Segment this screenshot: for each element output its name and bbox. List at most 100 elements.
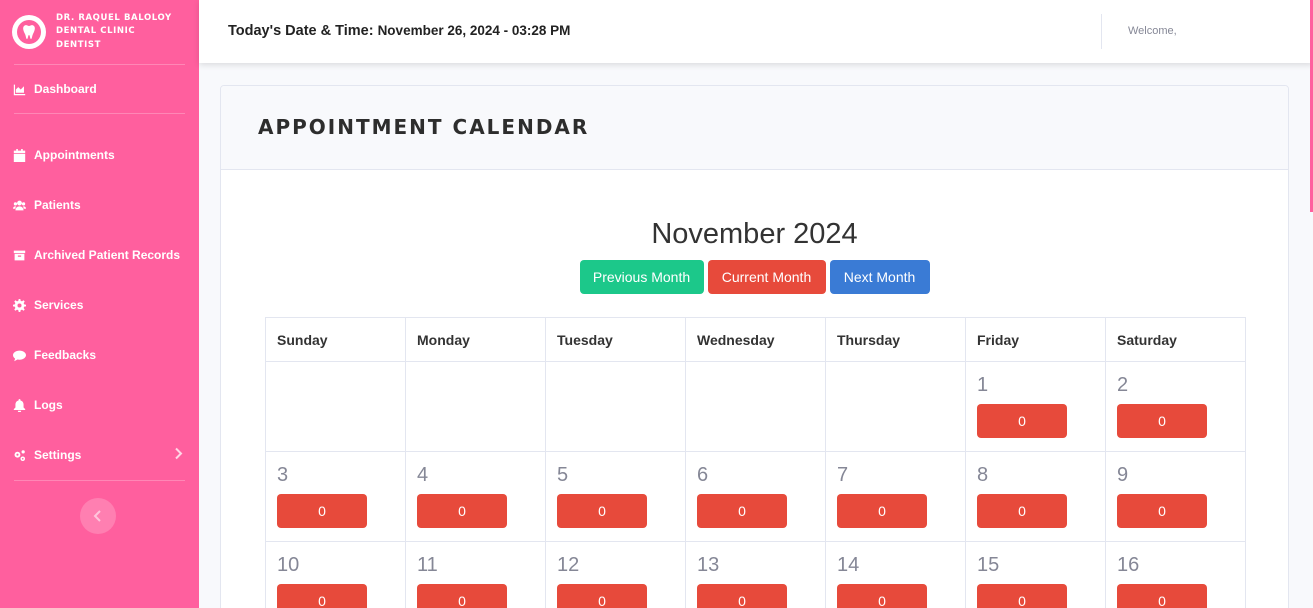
calendar-day-cell: 20 — [1105, 361, 1246, 452]
sidebar-divider — [14, 480, 185, 481]
day-number: 15 — [977, 554, 1000, 576]
gears-icon — [12, 448, 26, 462]
month-nav: Previous Month Current Month Next Month — [221, 260, 1288, 294]
user-welcome-menu[interactable]: Welcome, — [1128, 25, 1177, 37]
sidebar-item-label: Settings — [34, 448, 82, 462]
appointment-count-button[interactable]: 0 — [837, 584, 927, 608]
day-number: 5 — [557, 464, 569, 486]
day-number: 14 — [837, 554, 860, 576]
calendar-day-cell: 10 — [965, 361, 1106, 452]
calendar-day-cell: 16 0 — [1105, 541, 1246, 608]
sidebar-item-label: Appointments — [34, 148, 115, 162]
weekday-header: Monday — [405, 317, 546, 362]
appointment-count-button[interactable]: 0 — [697, 584, 787, 608]
appointment-count-button[interactable]: 0 — [277, 494, 367, 528]
calendar-day-cell: 14 0 — [825, 541, 966, 608]
sidebar-item-label: Logs — [34, 398, 63, 412]
sidebar-item-label: Archived Patient Records — [34, 248, 181, 262]
brand-line-3: DENTIST — [56, 39, 102, 50]
comment-icon — [12, 348, 26, 362]
day-number: 13 — [697, 554, 720, 576]
calendar-week-row: 1020 — [265, 361, 1246, 452]
datetime-label: Today's Date & Time: — [228, 23, 374, 39]
sidebar-toggle-button[interactable] — [80, 498, 116, 534]
sidebar-item-settings[interactable]: Settings — [0, 430, 199, 480]
day-number: 11 — [417, 554, 438, 576]
appointment-count-button[interactable]: 0 — [277, 584, 367, 608]
appointment-count-button[interactable]: 0 — [697, 494, 787, 528]
calendar-day-cell: 90 — [1105, 451, 1246, 542]
previous-month-button[interactable]: Previous Month — [579, 260, 704, 294]
day-number: 4 — [417, 464, 429, 486]
appointment-count-button[interactable]: 0 — [557, 584, 647, 608]
sidebar-item-feedbacks[interactable]: Feedbacks — [0, 330, 199, 380]
day-number: 16 — [1117, 554, 1140, 576]
appointment-count-button[interactable]: 0 — [417, 584, 507, 608]
weekday-header: Wednesday — [685, 317, 826, 362]
appointment-count-button[interactable]: 0 — [1117, 584, 1207, 608]
appointment-count-button[interactable]: 0 — [417, 494, 507, 528]
page-title: APPOINTMENT CALENDAR — [258, 115, 590, 139]
chevron-right-icon — [174, 447, 183, 463]
users-icon — [12, 198, 26, 212]
sidebar-item-archived-records[interactable]: Archived Patient Records — [0, 230, 199, 280]
calendar-day-cell: 30 — [265, 451, 406, 542]
sidebar-brand[interactable]: DR. RAQUEL BALOLOY DENTAL CLINIC DENTIST — [0, 0, 199, 64]
current-month-button[interactable]: Current Month — [707, 260, 826, 294]
appointment-count-button[interactable]: 0 — [977, 494, 1067, 528]
calendar-card: APPOINTMENT CALENDAR November 2024 Previ… — [220, 85, 1289, 608]
weekday-header: Friday — [965, 317, 1106, 362]
calendar-day-cell: 40 — [405, 451, 546, 542]
chevron-left-icon — [93, 510, 101, 522]
day-number: 9 — [1117, 464, 1129, 486]
sidebar-item-logs[interactable]: Logs — [0, 380, 199, 430]
calendar-day-cell: 12 0 — [545, 541, 686, 608]
sidebar-item-label: Feedbacks — [34, 348, 97, 362]
gear-icon — [12, 298, 26, 312]
appointment-count-button[interactable]: 0 — [837, 494, 927, 528]
sidebar-item-label: Dashboard — [34, 82, 97, 96]
appointment-count-button[interactable]: 0 — [1117, 404, 1207, 438]
current-datetime: Today's Date & Time: November 26, 2024 -… — [228, 23, 570, 39]
sidebar-item-dashboard[interactable]: Dashboard — [0, 65, 199, 113]
month-title: November 2024 — [651, 218, 858, 250]
appointment-count-button[interactable]: 0 — [977, 584, 1067, 608]
sidebar-item-label: Services — [34, 298, 84, 312]
appointment-count-button[interactable]: 0 — [977, 404, 1067, 438]
brand-line-1: DR. RAQUEL BALOLOY — [56, 12, 172, 23]
archive-icon — [12, 248, 26, 262]
appointment-count-button[interactable]: 0 — [1117, 494, 1207, 528]
topbar: Today's Date & Time: November 26, 2024 -… — [199, 0, 1313, 63]
appointment-count-button[interactable]: 0 — [557, 494, 647, 528]
calendar-header-row: Sunday Monday Tuesday Wednesday Thursday… — [265, 317, 1246, 362]
weekday-header: Thursday — [825, 317, 966, 362]
calendar-week-row: 30405060708090 — [265, 451, 1246, 542]
weekday-header: Tuesday — [545, 317, 686, 362]
datetime-value: November 26, 2024 - 03:28 PM — [377, 23, 571, 38]
sidebar: DR. RAQUEL BALOLOY DENTAL CLINIC DENTIST… — [0, 0, 199, 608]
calendar-table: Sunday Monday Tuesday Wednesday Thursday… — [265, 317, 1246, 608]
calendar-body: 1 0 2 0 3 0 4 0 5 0 6 0 7 0 8 0 9 0 10 0 11 0 12 0 13 0 14 0 15 0 16 0 — [265, 361, 1246, 608]
brand-line-2: DENTAL CLINIC — [56, 26, 136, 37]
topbar-divider — [1101, 14, 1102, 49]
day-number: 7 — [837, 464, 849, 486]
sidebar-item-appointments[interactable]: Appointments — [0, 130, 199, 180]
calendar-day-cell: 50 — [545, 451, 686, 542]
day-number: 10 — [277, 554, 300, 576]
sidebar-item-services[interactable]: Services — [0, 280, 199, 330]
calendar-day-cell: 80 — [965, 451, 1106, 542]
chart-area-icon — [12, 82, 26, 96]
day-number: 2 — [1117, 374, 1129, 396]
calendar-day-cell: 11 0 — [405, 541, 546, 608]
sidebar-item-patients[interactable]: Patients — [0, 180, 199, 230]
clinic-logo-icon — [12, 15, 46, 49]
calendar-day-cell: 10 0 — [265, 541, 406, 608]
next-month-button[interactable]: Next Month — [829, 260, 930, 294]
day-number: 3 — [277, 464, 289, 486]
calendar-empty-cell — [545, 361, 686, 452]
day-number: 6 — [697, 464, 709, 486]
card-header: APPOINTMENT CALENDAR — [221, 86, 1288, 170]
calendar-week-row: 10 0 11 0 12 0 13 0 14 0 15 0 16 0 — [265, 541, 1246, 608]
day-number: 8 — [977, 464, 989, 486]
day-number: 1 — [977, 374, 989, 396]
